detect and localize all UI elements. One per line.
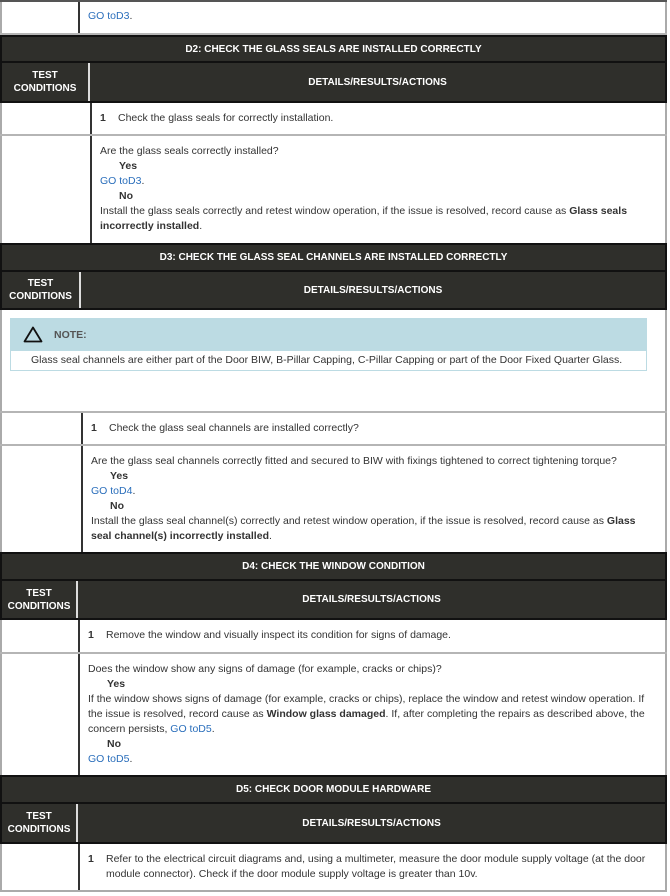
step-number: 1	[91, 422, 97, 434]
test-conditions-cell	[0, 620, 78, 652]
go-to-d5-link[interactable]: GO toD5	[88, 753, 129, 765]
question-text: Are the glass seals correctly installed?	[100, 145, 279, 157]
yes-label: Yes	[119, 160, 138, 172]
link-suffix: .	[211, 723, 215, 735]
go-to-d4-link[interactable]: GO toD4	[91, 485, 132, 497]
test-conditions-cell	[0, 2, 78, 33]
test-conditions-cell	[0, 654, 78, 775]
go-to-d3-link[interactable]: GO toD3	[88, 10, 129, 22]
step-cell: 1 Remove the window and visually inspect …	[78, 620, 667, 652]
step-text: Check the glass seals for correctly inst…	[118, 112, 334, 124]
d2-section-title: D2: CHECK THE GLASS SEALS ARE INSTALLED …	[0, 35, 667, 63]
details-header: DETAILS/RESULTS/ACTIONS	[303, 284, 443, 296]
note-box: NOTE: Glass seal channels are either par…	[10, 318, 647, 371]
result-cell: Are the glass seals correctly installed?…	[90, 136, 667, 243]
no-label: No	[119, 190, 133, 202]
test-conditions-cell	[0, 844, 78, 890]
details-header: DETAILS/RESULTS/ACTIONS	[308, 76, 447, 88]
link-suffix: .	[129, 10, 133, 22]
d3-result-row: Are the glass seal channels correctly fi…	[0, 444, 667, 552]
test-conditions-header: TEST CONDITIONS	[2, 581, 78, 618]
d4-result-row: Does the window show any signs of damage…	[0, 652, 667, 775]
suffix: .	[199, 220, 203, 232]
note-text: Glass seal channels are either part of t…	[10, 351, 647, 371]
d4-section-title: D4: CHECK THE WINDOW CONDITION	[0, 552, 667, 581]
d5-step-row: 1 Refer to the electrical circuit diagram…	[0, 844, 667, 892]
no-action-text: Install the glass seal channel(s) correc…	[91, 515, 607, 527]
link-suffix: .	[141, 175, 145, 187]
no-label: No	[110, 500, 124, 512]
yes-label: Yes	[110, 470, 129, 482]
go-to-d3-link[interactable]: GO toD3	[100, 175, 141, 187]
d2-column-header: TEST CONDITIONS DETAILS/RESULTS/ACTIONS	[0, 63, 667, 103]
step-text: Refer to the electrical circuit diagrams…	[106, 853, 646, 880]
test-conditions-cell	[0, 103, 90, 134]
no-action-text: Install the glass seals correctly and re…	[100, 205, 570, 217]
step-cell: 1 Refer to the electrical circuit diagram…	[78, 844, 667, 890]
test-conditions-header: TEST CONDITIONS	[2, 272, 81, 308]
test-conditions-cell	[0, 413, 81, 444]
d2-result-row: Are the glass seals correctly installed?…	[0, 134, 667, 243]
d4-step-row: 1 Remove the window and visually inspect …	[0, 620, 667, 652]
step-text: Remove the window and visually inspect i…	[106, 629, 451, 641]
test-conditions-cell	[0, 136, 90, 243]
step-number: 1	[100, 112, 106, 124]
question-text: Does the window show any signs of damage…	[88, 663, 442, 675]
note-label: NOTE:	[54, 328, 87, 341]
link-suffix: .	[129, 753, 133, 765]
d5-section-title: D5: CHECK DOOR MODULE HARDWARE	[0, 775, 667, 804]
d3-section-title: D3: CHECK THE GLASS SEAL CHANNELS ARE IN…	[0, 243, 667, 272]
yes-label: Yes	[107, 678, 126, 690]
top-row: GO toD3.	[0, 0, 667, 35]
note-header: NOTE:	[10, 318, 647, 351]
no-label: No	[107, 738, 121, 750]
d3-step-row: 1 Check the glass seal channels are insta…	[0, 411, 667, 444]
d2-step-row: 1 Check the glass seals for correctly ins…	[0, 103, 667, 134]
step-number: 1	[88, 629, 94, 641]
details-header: DETAILS/RESULTS/ACTIONS	[302, 594, 441, 605]
details-cell: GO toD3.	[78, 2, 667, 33]
result-cell: Does the window show any signs of damage…	[78, 654, 667, 775]
go-to-d5-link[interactable]: GO toD5	[170, 723, 211, 735]
step-number: 1	[88, 853, 94, 865]
suffix: .	[268, 530, 272, 542]
step-cell: 1 Check the glass seal channels are insta…	[81, 413, 667, 444]
warning-triangle-icon	[23, 326, 43, 343]
d3-column-header: TEST CONDITIONS DETAILS/RESULTS/ACTIONS	[0, 272, 667, 310]
cause-text: Window glass damaged	[266, 708, 386, 720]
step-text: Check the glass seal channels are instal…	[109, 422, 359, 434]
d5-column-header: TEST CONDITIONS DETAILS/RESULTS/ACTIONS	[0, 804, 667, 844]
d4-column-header: TEST CONDITIONS DETAILS/RESULTS/ACTIONS	[0, 581, 667, 620]
link-suffix: .	[132, 485, 136, 497]
question-text: Are the glass seal channels correctly fi…	[91, 455, 617, 467]
step-cell: 1 Check the glass seals for correctly ins…	[90, 103, 667, 134]
test-conditions-header: TEST CONDITIONS	[2, 63, 90, 101]
test-conditions-header: TEST CONDITIONS	[2, 804, 78, 842]
result-cell: Are the glass seal channels correctly fi…	[81, 446, 667, 552]
details-header: DETAILS/RESULTS/ACTIONS	[302, 817, 441, 829]
test-conditions-cell	[0, 446, 81, 552]
